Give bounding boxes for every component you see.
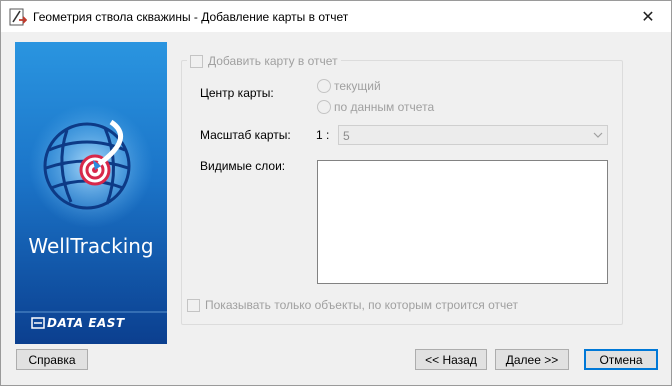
scale-label: Масштаб карты: bbox=[200, 128, 291, 142]
add-map-label: Добавить карту в отчет bbox=[208, 54, 338, 68]
show-only-checkbox[interactable]: Показывать только объекты, по которым ст… bbox=[187, 298, 518, 312]
dialog-window: Геометрия ствола скважины - Добавление к… bbox=[0, 0, 672, 386]
window-title: Геометрия ствола скважины - Добавление к… bbox=[33, 10, 349, 24]
center-current-radio[interactable] bbox=[317, 79, 331, 93]
map-center-label: Центр карты: bbox=[200, 86, 274, 100]
scale-value: 5 bbox=[343, 129, 350, 143]
banner-product-name: WellTracking bbox=[28, 234, 154, 258]
close-icon: ✕ bbox=[641, 8, 655, 26]
back-button[interactable]: << Назад bbox=[415, 349, 487, 370]
show-only-checkbox-box[interactable] bbox=[187, 298, 200, 312]
visible-layers-label: Видимые слои: bbox=[200, 159, 286, 173]
close-button[interactable]: ✕ bbox=[625, 1, 671, 32]
center-report-label: по данным отчета bbox=[334, 100, 435, 114]
scale-prefix: 1 : bbox=[316, 128, 330, 142]
banner-brand: DATA EAST bbox=[47, 316, 125, 330]
add-map-checkbox-box[interactable] bbox=[190, 54, 203, 68]
app-icon bbox=[9, 8, 28, 26]
chevron-down-icon[interactable] bbox=[593, 129, 603, 141]
add-map-checkbox[interactable]: Добавить карту в отчет bbox=[187, 53, 341, 69]
show-only-label: Показывать только объекты, по которым ст… bbox=[205, 298, 519, 312]
scale-combobox[interactable]: 5 bbox=[338, 125, 608, 145]
next-button[interactable]: Далее >> bbox=[495, 349, 569, 370]
visible-layers-list[interactable] bbox=[317, 160, 608, 284]
center-current-label: текущий bbox=[334, 79, 381, 93]
product-banner: WellTracking DATA EAST bbox=[15, 42, 167, 344]
cancel-button[interactable]: Отмена bbox=[584, 349, 658, 370]
title-bar: Геометрия ствола скважины - Добавление к… bbox=[1, 1, 671, 32]
help-button[interactable]: Справка bbox=[16, 349, 88, 370]
center-report-radio[interactable] bbox=[317, 100, 331, 114]
